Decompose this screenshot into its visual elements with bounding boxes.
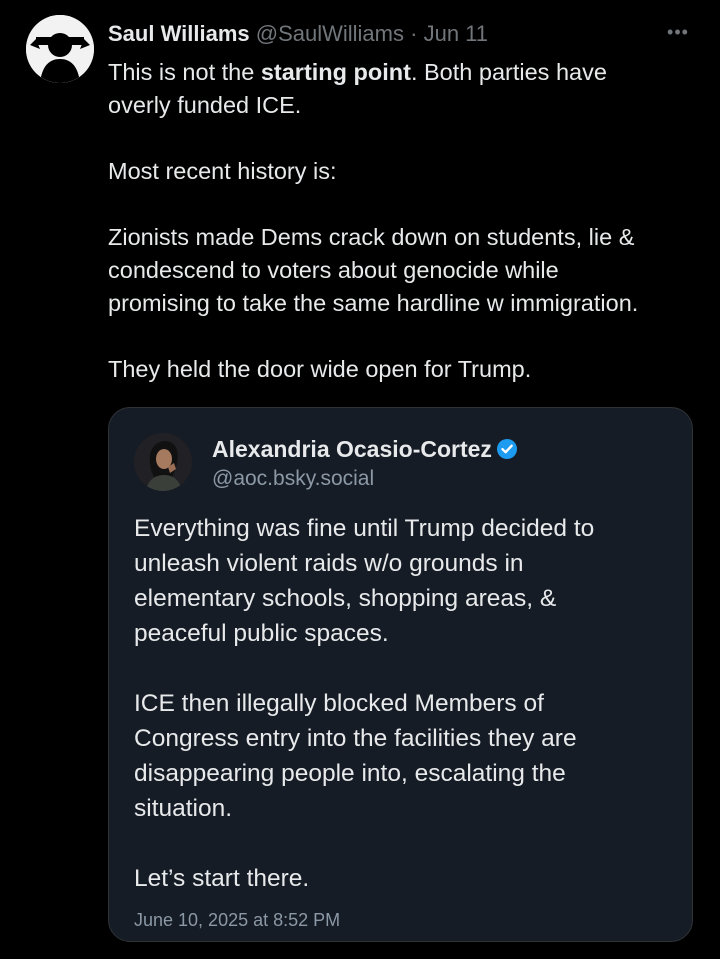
- author-name[interactable]: Saul Williams: [108, 21, 250, 46]
- quoted-post-body: Everything was fine until Trump decided …: [134, 511, 679, 896]
- header-separator: ·: [410, 21, 418, 46]
- quoted-post-timestamp: June 10, 2025 at 8:52 PM: [134, 910, 341, 930]
- quote-line: elementary schools, shopping areas, &: [134, 585, 557, 612]
- post-line: This is not the starting point. Both par…: [108, 59, 607, 85]
- author-avatar[interactable]: [26, 15, 94, 83]
- quote-line: situation.: [134, 795, 233, 822]
- verified-badge-icon: [496, 437, 518, 467]
- quoted-post-card[interactable]: Alexandria Ocasio-Cortez @aoc.bsky.socia…: [108, 407, 693, 942]
- post-line: They held the door wide open for Trump.: [108, 356, 532, 382]
- author-handle[interactable]: @SaulWilliams: [256, 21, 404, 46]
- post-body: This is not the starting point. Both par…: [108, 56, 708, 386]
- portrait-icon: [134, 433, 192, 491]
- quote-line: disappearing people into, escalating the: [134, 760, 566, 787]
- post-header: Saul Williams @SaulWilliams · Jun 11: [108, 20, 488, 48]
- quote-line: Everything was fine until Trump decided …: [134, 515, 595, 542]
- quoted-author-avatar[interactable]: [134, 433, 192, 491]
- post-line: Most recent history is:: [108, 158, 337, 184]
- post-line: Zionists made Dems crack down on student…: [108, 224, 635, 250]
- quote-line: peaceful public spaces.: [134, 620, 389, 647]
- quoted-author-handle[interactable]: @aoc.bsky.social: [212, 465, 374, 493]
- quote-line: unleash violent raids w/o grounds in: [134, 550, 524, 577]
- post-line: overly funded ICE.: [108, 92, 302, 118]
- quoted-author-name[interactable]: Alexandria Ocasio-Cortez: [212, 434, 518, 467]
- more-options-icon[interactable]: •••: [664, 22, 692, 42]
- post-line: promising to take the same hardline w im…: [108, 290, 639, 316]
- quote-line: Let’s start there.: [134, 865, 310, 892]
- post-line: condescend to voters about genocide whil…: [108, 257, 559, 283]
- quote-line: ICE then illegally blocked Members of: [134, 690, 544, 717]
- post-date[interactable]: Jun 11: [424, 21, 488, 46]
- silhouette-icon: [26, 15, 94, 83]
- quote-line: Congress entry into the facilities they …: [134, 725, 577, 752]
